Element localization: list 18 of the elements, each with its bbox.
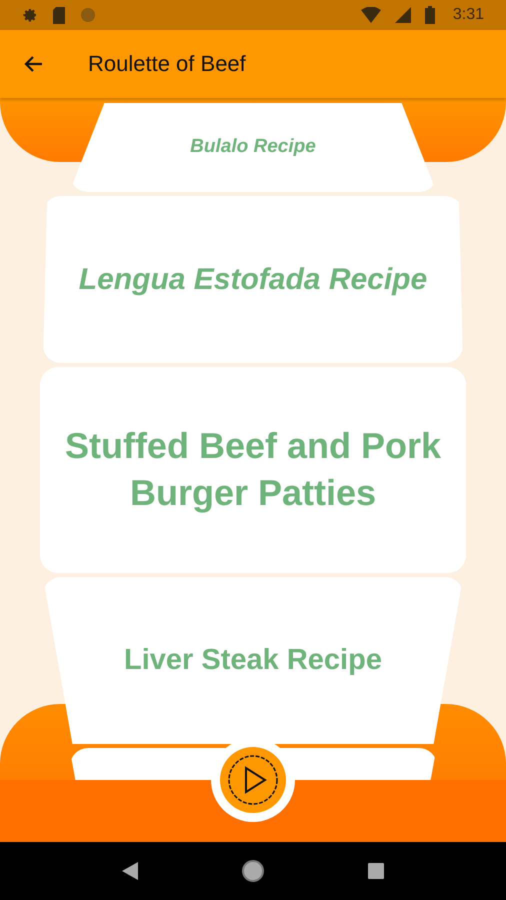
settings-icon — [22, 7, 38, 23]
recents-nav-icon[interactable] — [368, 863, 384, 879]
sd-card-icon — [52, 6, 66, 24]
recipe-title: Stuffed Beef and Pork Burger Patties — [64, 424, 442, 515]
circle-icon — [80, 7, 96, 23]
back-nav-icon[interactable] — [122, 862, 138, 880]
recipe-title: Bulalo Recipe — [190, 135, 316, 160]
recipe-card[interactable]: Liver Steak Recipe — [43, 577, 463, 744]
recipe-card[interactable]: Lengua Estofada Recipe — [43, 196, 463, 363]
recipe-card[interactable]: Stuffed Beef and Pork Burger Patties — [40, 367, 466, 573]
battery-icon — [424, 6, 435, 24]
recipe-title: Liver Steak Recipe — [124, 642, 382, 678]
wifi-icon — [360, 7, 381, 23]
status-time: 3:31 — [452, 6, 484, 24]
screen-title: Roulette of Beef — [88, 51, 246, 77]
recipe-title: Lengua Estofada Recipe — [78, 262, 428, 298]
home-nav-icon[interactable] — [240, 859, 265, 883]
signal-icon — [394, 7, 411, 23]
